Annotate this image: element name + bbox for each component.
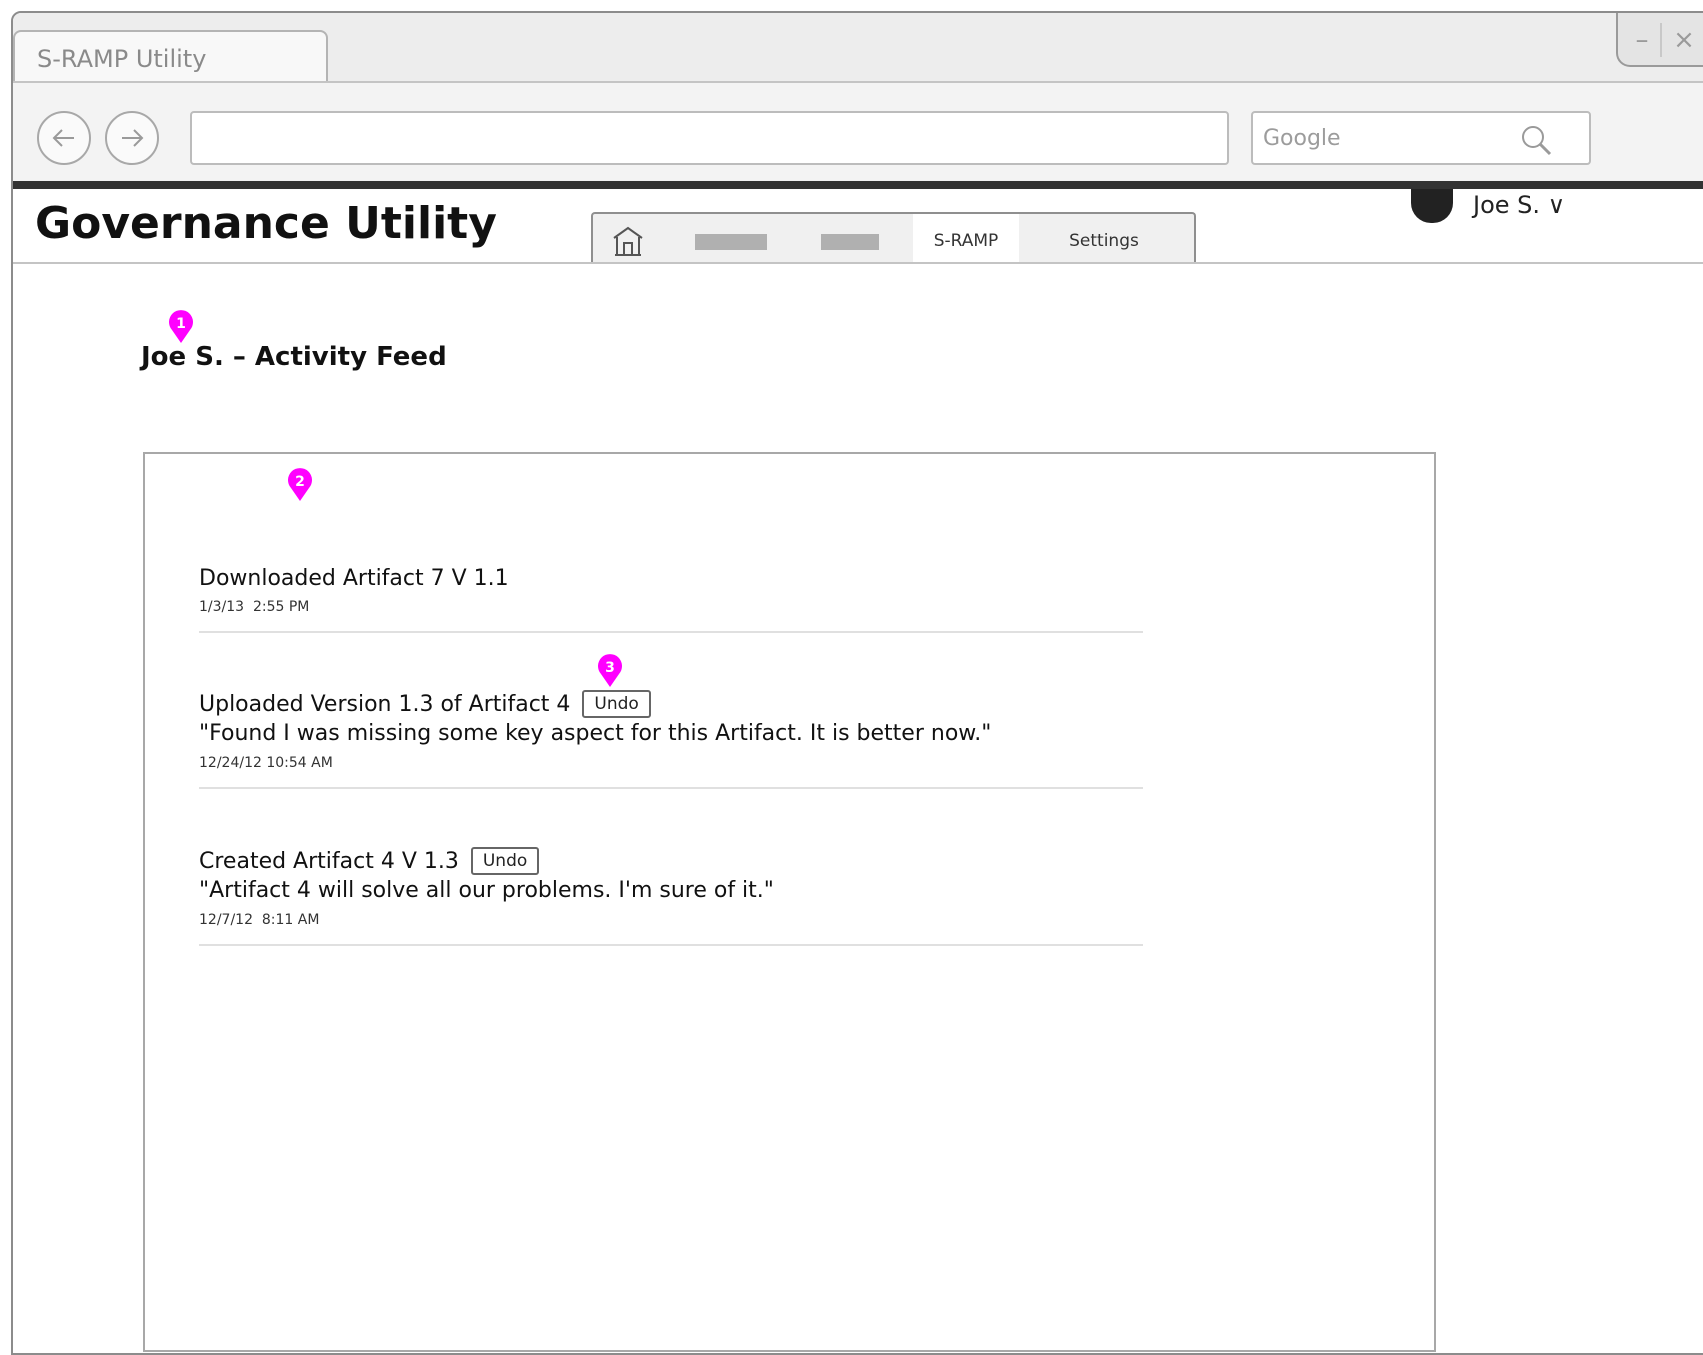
list-item: Downloaded Artifact 7 V 1.1 1/3/13 2:55 … — [199, 563, 1143, 633]
browser-titlebar: S-RAMP Utility – × — [13, 13, 1703, 81]
minimize-button[interactable]: – — [1624, 23, 1660, 57]
close-button[interactable]: × — [1666, 23, 1702, 57]
browser-tab[interactable]: S-RAMP Utility — [13, 30, 328, 81]
browser-search-box[interactable] — [1251, 111, 1591, 165]
feed-item-title: Created Artifact 4 V 1.3 Undo — [199, 846, 1143, 876]
avatar[interactable] — [1411, 189, 1453, 223]
feed-item-timestamp: 1/3/13 2:55 PM — [199, 599, 310, 615]
list-item: Uploaded Version 1.3 of Artifact 4 Undo … — [199, 689, 1143, 789]
activity-feed-panel: 2 Downloaded Artifact 7 V 1.1 1/3/13 2:5… — [143, 452, 1436, 1352]
feed-item-comment: "Found I was missing some key aspect for… — [199, 721, 992, 746]
nav-tab-placeholder-2[interactable] — [821, 234, 879, 250]
annotation-marker-2-label: 2 — [295, 474, 305, 490]
annotation-marker-3: 3 — [598, 654, 622, 687]
user-menu[interactable]: Joe S. ∨ — [1473, 191, 1565, 219]
browser-toolbar — [13, 81, 1703, 183]
list-item: Created Artifact 4 V 1.3 Undo "Artifact … — [199, 846, 1143, 946]
tab-settings[interactable]: Settings — [1019, 214, 1189, 264]
annotation-marker-3-label: 3 — [605, 660, 615, 676]
home-icon[interactable] — [611, 224, 645, 258]
arrow-left-icon — [52, 129, 74, 147]
arrow-right-icon — [122, 129, 144, 147]
feed-item-title: Downloaded Artifact 7 V 1.1 — [199, 563, 1143, 593]
browser-tab-title: S-RAMP Utility — [37, 45, 207, 73]
feed-item-divider — [199, 944, 1143, 946]
address-bar[interactable] — [190, 111, 1229, 165]
app-title: Governance Utility — [35, 198, 497, 249]
back-button[interactable] — [37, 111, 91, 165]
header-divider — [13, 262, 1703, 264]
feed-item-divider — [199, 631, 1143, 633]
nav-tab-placeholder-1[interactable] — [695, 234, 767, 250]
feed-item-title-text: Downloaded Artifact 7 V 1.1 — [199, 565, 509, 591]
feed-item-title: Uploaded Version 1.3 of Artifact 4 Undo — [199, 689, 1143, 719]
feed-item-title-text: Created Artifact 4 V 1.3 — [199, 848, 459, 874]
forward-button[interactable] — [105, 111, 159, 165]
undo-button[interactable]: Undo — [470, 847, 540, 875]
app-nav: S-RAMP Settings — [591, 212, 1196, 264]
annotation-marker-1-label: 1 — [176, 316, 186, 332]
undo-button[interactable]: Undo — [582, 690, 651, 718]
feed-item-title-text: Uploaded Version 1.3 of Artifact 4 — [199, 691, 571, 717]
feed-item-comment: "Artifact 4 will solve all our problems.… — [199, 878, 774, 903]
feed-item-divider — [199, 787, 1143, 789]
window-controls: – × — [1616, 13, 1703, 67]
annotation-marker-1: 1 — [169, 310, 193, 343]
search-icon[interactable] — [1519, 123, 1553, 157]
window-controls-divider — [1660, 23, 1662, 57]
app-header-bar — [13, 181, 1703, 189]
page-title: Joe S. – Activity Feed — [141, 342, 447, 372]
feed-item-timestamp: 12/24/12 10:54 AM — [199, 755, 333, 771]
tab-s-ramp[interactable]: S-RAMP — [913, 214, 1019, 264]
browser-window: S-RAMP Utility – × Governance — [11, 11, 1703, 1355]
annotation-marker-2: 2 — [288, 468, 312, 501]
search-input[interactable] — [1263, 123, 1493, 153]
feed-item-timestamp: 12/7/12 8:11 AM — [199, 912, 320, 928]
